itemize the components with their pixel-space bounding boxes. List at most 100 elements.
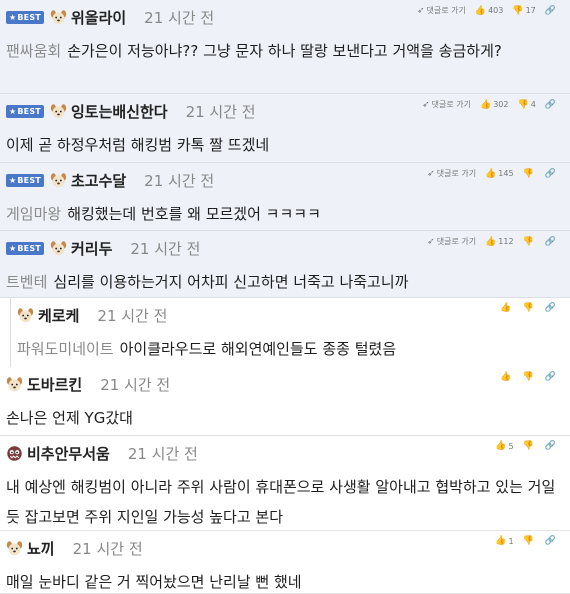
comment-header: 도바르킨 21 시간 전 — [6, 373, 170, 395]
upvote-button[interactable]: 👍 — [500, 303, 513, 313]
go-to-reply-link[interactable]: ➶ 댓글로 가기 — [422, 99, 471, 110]
upvote-button[interactable]: 👍 5 — [495, 441, 513, 451]
comment-header: 비추안무서움 21 시간 전 — [6, 442, 198, 464]
downvote-count: 17 — [525, 6, 536, 15]
upvote-count: 5 — [508, 441, 514, 451]
dog-avatar — [50, 240, 67, 257]
thumbs-up-icon: 👍 — [474, 5, 487, 16]
downvote-button[interactable]: 👎 — [523, 536, 536, 546]
dog-avatar — [6, 540, 23, 557]
timestamp: 21 시간 전 — [127, 444, 198, 463]
share-link-button[interactable]: 🔗 — [545, 6, 558, 16]
comment-header: ★ BEST 초고수달 21 시간 전 — [6, 169, 214, 191]
upvote-count: 1 — [508, 536, 514, 546]
upvote-count: 403 — [488, 6, 504, 15]
comment-text: 내 예상엔 해킹범이 아니라 주위 사람이 휴대폰으로 사생활 알아내고 협박하… — [6, 478, 556, 526]
comment-actions: 👍 👎 🔗 — [491, 372, 558, 382]
comment-item: 도바르킨 21 시간 전 👍 👎 🔗 손나은 언제 YG갔대 — [0, 367, 570, 436]
comment-body: 팬싸움회 손가은이 저능아냐?? 그냥 문자 하나 딸랑 보낸다고 거액을 송금하… — [6, 36, 556, 66]
go-to-reply-link[interactable]: ➶ 댓글로 가기 — [427, 236, 476, 247]
thumbs-down-icon: 👎 — [522, 236, 534, 247]
timestamp: 21 시간 전 — [130, 239, 201, 258]
downvote-button[interactable]: 👎 — [523, 303, 536, 313]
upvote-button[interactable]: 👍 112 — [485, 237, 514, 247]
comment-item: 케로케 21 시간 전 👍 👎 🔗 파워도미네이트 아이클라우드로 해외연예인들도 종… — [10, 298, 570, 367]
star-icon: ★ — [9, 243, 17, 253]
downvote-button[interactable]: 👎 — [523, 237, 536, 247]
thumbs-up-icon: 👍 — [495, 536, 507, 546]
share-link-button[interactable]: 🔗 — [545, 237, 558, 247]
share-link-button[interactable]: 🔗 — [545, 100, 558, 110]
thumbs-up-icon: 👍 — [495, 441, 507, 451]
link-icon: 🔗 — [544, 536, 556, 546]
nickname[interactable]: 위올라이 — [71, 7, 126, 28]
star-icon: ★ — [9, 12, 17, 22]
thumbs-down-icon: 👎 — [522, 536, 534, 546]
thumbs-up-icon: 👍 — [485, 168, 497, 179]
nickname[interactable]: 비추안무서움 — [27, 443, 110, 464]
thumbs-up-icon: 👍 — [500, 372, 512, 382]
pencil-arrow-icon: ➶ — [427, 168, 435, 179]
comment-actions: ➶ 댓글로 가기 👍 302 👎 4 🔗 — [413, 99, 558, 110]
downvote-count: 4 — [530, 100, 536, 109]
dog-avatar — [17, 307, 34, 324]
downvote-button[interactable]: 👎 — [523, 441, 536, 451]
upvote-count: 112 — [498, 237, 514, 246]
nickname[interactable]: 도바르킨 — [27, 374, 82, 395]
thumbs-down-icon: 👎 — [522, 441, 534, 451]
thumbs-up-icon: 👍 — [500, 303, 512, 313]
comment-header: 케로케 21 시간 전 — [17, 304, 167, 326]
comment-item: ★ BEST 초고수달 21 시간 전 ➶ 댓글로 가기 👍 145 👎 🔗 게임마왕 해킹했… — [0, 163, 570, 231]
go-to-reply-link[interactable]: ➶ 댓글로 가기 — [427, 168, 476, 179]
nickname[interactable]: 커리두 — [71, 238, 112, 259]
upvote-button[interactable]: 👍 — [500, 372, 513, 382]
upvote-button[interactable]: 👍 145 — [485, 169, 514, 179]
dog-avatar — [6, 376, 23, 393]
best-badge: ★ BEST — [6, 241, 44, 255]
link-icon: 🔗 — [544, 236, 556, 247]
comment-body: 이제 곧 하정우처럼 해킹범 카톡 짤 뜨겠네 — [6, 130, 556, 160]
timestamp: 21 시간 전 — [185, 102, 256, 121]
upvote-count: 302 — [493, 100, 509, 109]
nickname[interactable]: 초고수달 — [71, 170, 126, 191]
thumbs-down-icon: 👎 — [522, 168, 534, 179]
nickname[interactable]: 케로케 — [38, 305, 79, 326]
upvote-button[interactable]: 👍 302 — [480, 100, 509, 110]
timestamp: 21 시간 전 — [144, 8, 215, 27]
comment-item: ★ BEST 위올라이 21 시간 전 ➶ 댓글로 가기 👍 403 👎 17 🔗 팬싸움회 손… — [0, 0, 570, 94]
upvote-button[interactable]: 👍 403 — [475, 6, 504, 16]
go-to-reply-link[interactable]: ➶ 댓글로 가기 — [417, 5, 466, 16]
timestamp: 21 시간 전 — [97, 306, 168, 325]
downvote-button[interactable]: 👎 — [523, 169, 536, 179]
comment-item: ★ BEST 잉토는배신한다 21 시간 전 ➶ 댓글로 가기 👍 302 👎 4 🔗 이제 … — [0, 94, 570, 163]
nickname[interactable]: 뇨끼 — [27, 538, 55, 559]
timestamp: 21 시간 전 — [144, 171, 215, 190]
comment-actions: ➶ 댓글로 가기 👍 145 👎 🔗 — [418, 168, 558, 179]
share-link-button[interactable]: 🔗 — [545, 441, 558, 451]
timestamp: 21 시간 전 — [100, 375, 171, 394]
share-link-button[interactable]: 🔗 — [545, 536, 558, 546]
link-icon: 🔗 — [544, 168, 556, 179]
pencil-arrow-icon: ➶ — [422, 99, 430, 110]
downvote-button[interactable]: 👎 4 — [517, 100, 535, 110]
share-link-button[interactable]: 🔗 — [545, 372, 558, 382]
user-tag: 트벤테 — [6, 273, 48, 291]
thumbs-down-icon: 👎 — [522, 372, 534, 382]
comment-item: 비추안무서움 21 시간 전 👍 5 👎 🔗 내 예상엔 해킹범이 아니라 주위 사람… — [0, 436, 570, 531]
comment-item: 뇨끼 21 시간 전 👍 1 👎 🔗 매일 눈바디 같은 거 찍어놨으면 난리날 뻔 … — [0, 531, 570, 594]
nickname[interactable]: 잉토는배신한다 — [71, 101, 168, 122]
comment-text: 아이클라우드로 해외연예인들도 종종 털렸음 — [119, 340, 397, 358]
link-icon: 🔗 — [544, 372, 556, 382]
upvote-button[interactable]: 👍 1 — [495, 536, 513, 546]
share-link-button[interactable]: 🔗 — [545, 303, 558, 313]
comment-actions: 👍 5 👎 🔗 — [486, 441, 558, 451]
comment-header: ★ BEST 커리두 21 시간 전 — [6, 237, 200, 259]
share-link-button[interactable]: 🔗 — [545, 169, 558, 179]
comment-actions: ➶ 댓글로 가기 👍 112 👎 🔗 — [418, 236, 558, 247]
comment-body: 게임마왕 해킹했는데 번호를 왜 모르겠어 ㅋㅋㅋㅋ — [6, 199, 556, 229]
best-badge: ★ BEST — [6, 104, 44, 118]
downvote-button[interactable]: 👎 — [523, 372, 536, 382]
comment-header: ★ BEST 잉토는배신한다 21 시간 전 — [6, 100, 256, 122]
timestamp: 21 시간 전 — [72, 539, 143, 558]
downvote-button[interactable]: 👎 17 — [512, 6, 535, 16]
